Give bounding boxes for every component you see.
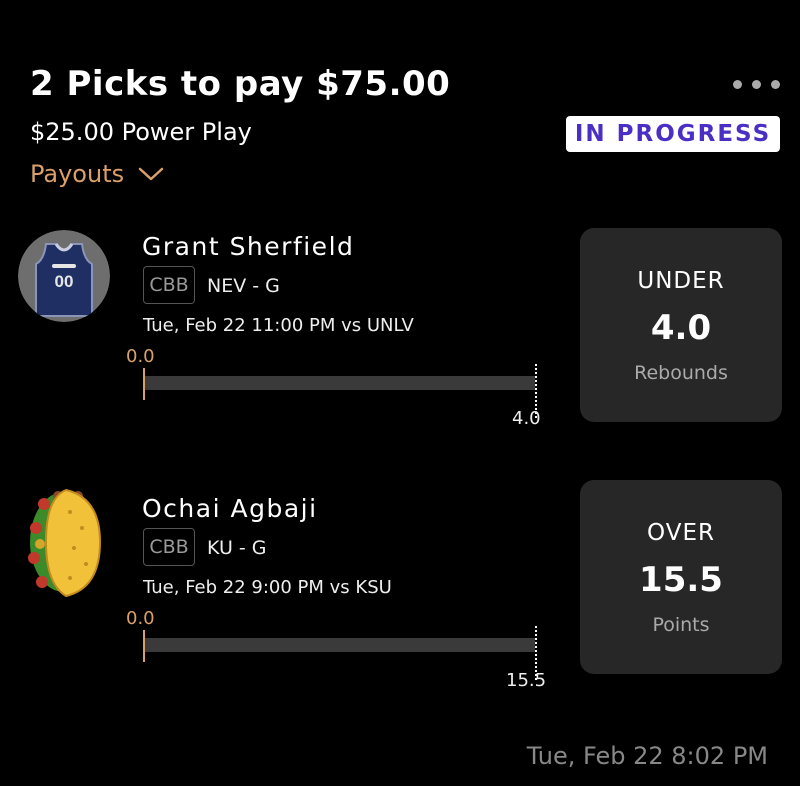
team-position: NEV - G: [207, 275, 280, 297]
player-name: Ochai Agbaji: [142, 494, 318, 523]
jersey-number: 00: [55, 272, 74, 291]
pick-card[interactable]: OVER 15.5 Points: [580, 480, 782, 674]
entry-subtitle: $25.00 Power Play: [30, 118, 252, 146]
progress-track: [145, 376, 535, 390]
pick-stat: Points: [652, 614, 710, 636]
team-position: KU - G: [207, 537, 267, 559]
game-info: Tue, Feb 22 9:00 PM vs KSU: [143, 577, 392, 598]
pick-stat: Rebounds: [634, 362, 728, 384]
current-value: 0.0: [126, 608, 155, 629]
game-info: Tue, Feb 22 11:00 PM vs UNLV: [143, 315, 414, 336]
payouts-label: Payouts: [30, 160, 125, 188]
pick-direction: OVER: [647, 520, 715, 546]
taco-icon: [18, 488, 110, 598]
current-value: 0.0: [126, 346, 155, 367]
dot: [752, 80, 761, 89]
jersey-icon: 00: [18, 230, 110, 322]
pick-line: 4.0: [650, 308, 712, 348]
entry-title: 2 Picks to pay $75.00: [30, 64, 451, 104]
dot: [733, 80, 742, 89]
status-badge: IN PROGRESS: [566, 116, 780, 152]
pick-row: 00 Grant Sherfield CBB NEV - G Tue, Feb …: [0, 226, 800, 466]
timestamp: Tue, Feb 22 8:02 PM: [526, 742, 768, 770]
pick-row: Ochai Agbaji CBB KU - G Tue, Feb 22 9:00…: [0, 480, 800, 728]
pick-line: 15.5: [639, 560, 723, 600]
pick-card[interactable]: UNDER 4.0 Rebounds: [580, 228, 782, 422]
progress-track: [145, 638, 535, 652]
target-value: 4.0: [512, 408, 541, 429]
dot: [771, 80, 780, 89]
pick-direction: UNDER: [637, 268, 725, 294]
target-value: 15.5: [506, 670, 547, 691]
ellipsis-icon[interactable]: [733, 80, 780, 89]
league-tag: CBB: [143, 266, 195, 304]
player-name: Grant Sherfield: [142, 232, 355, 261]
chevron-down-icon: [138, 167, 164, 181]
payouts-toggle[interactable]: Payouts: [30, 160, 164, 188]
league-tag: CBB: [143, 528, 195, 566]
